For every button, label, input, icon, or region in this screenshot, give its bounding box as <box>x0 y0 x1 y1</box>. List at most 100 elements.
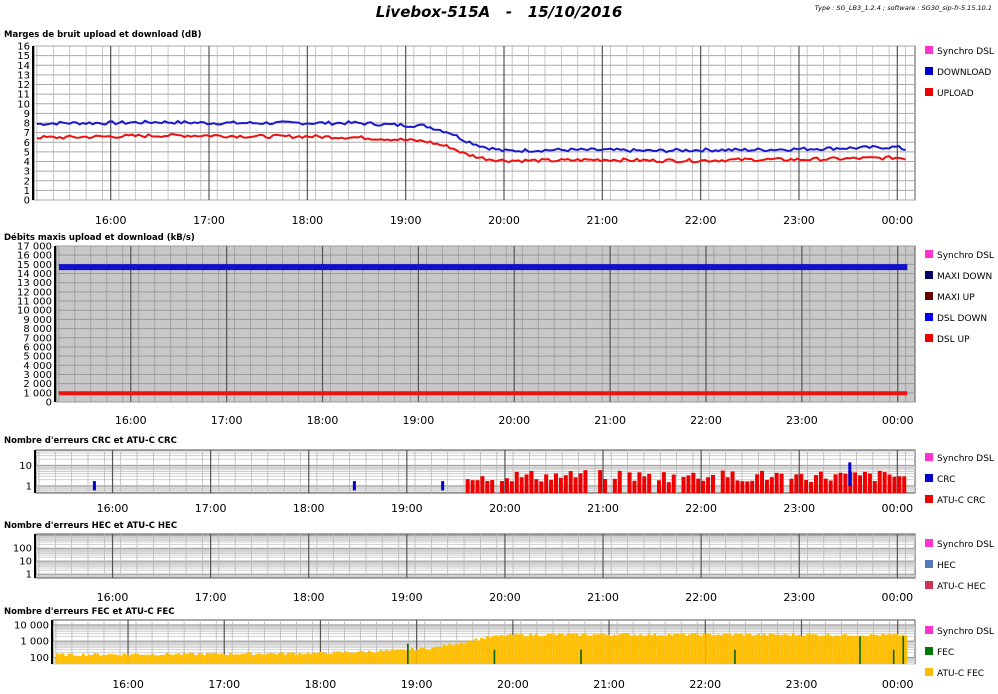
x-tick-label: 00:00 <box>881 502 913 515</box>
bar-atu-c-crc <box>789 478 794 493</box>
bar-atu-c-crc <box>740 481 745 493</box>
bar-atu-c-fec <box>188 652 192 664</box>
bar-atu-c-fec <box>416 648 420 664</box>
bar-atu-c-fec <box>757 633 761 664</box>
y-tick-label: 1 <box>26 481 32 492</box>
x-tick-label: 00:00 <box>881 214 913 227</box>
bar-atu-c-fec <box>185 653 189 664</box>
bar-atu-c-fec <box>806 633 810 664</box>
bar-atu-c-fec <box>685 635 688 664</box>
bar-atu-c-crc <box>656 480 661 493</box>
y-tick-label: 2 <box>24 176 30 187</box>
bar-atu-c-fec <box>549 633 553 664</box>
bar-atu-c-fec <box>820 635 824 664</box>
bar-atu-c-fec <box>797 634 801 664</box>
bar-atu-c-crc <box>877 470 882 493</box>
bar-atu-c-fec <box>191 652 195 664</box>
bar-atu-c-fec <box>179 654 183 664</box>
bar-atu-c-fec <box>304 653 307 664</box>
bar-atu-c-fec <box>433 646 437 664</box>
bar-atu-c-fec <box>630 635 634 664</box>
bar-atu-c-fec <box>563 635 567 664</box>
bar-atu-c-fec <box>182 652 186 664</box>
x-tick-label: 22:00 <box>685 591 717 604</box>
bar-atu-c-crc <box>735 480 740 493</box>
x-tick-label: 16:00 <box>95 214 127 227</box>
bar-atu-c-crc <box>696 478 701 493</box>
bar-atu-c-crc <box>519 477 524 493</box>
bar-atu-c-fec <box>107 653 111 664</box>
chart-noise: Marges de bruit upload et download (dB) 0… <box>4 30 994 227</box>
y-tick-label: 1 000 <box>20 637 49 648</box>
bar-atu-c-fec <box>168 654 172 664</box>
bar-atu-c-fec <box>361 651 365 664</box>
legend-swatch <box>925 250 933 258</box>
x-tick-label: 16:00 <box>112 678 144 691</box>
bar-atu-c-fec <box>826 633 830 664</box>
bar-atu-c-fec <box>81 653 85 664</box>
bar-atu-c-fec <box>177 653 180 664</box>
bar-atu-c-crc <box>647 473 652 493</box>
x-tick-label: 19:00 <box>403 414 435 427</box>
bar-atu-c-crc <box>745 481 750 493</box>
bar-atu-c-fec <box>197 653 201 664</box>
x-tick-label: 23:00 <box>783 502 815 515</box>
y-tick-label: 4 <box>24 157 30 168</box>
bar-atu-c-fec <box>281 652 284 664</box>
bar-atu-c-fec <box>483 638 486 664</box>
bar-atu-c-fec <box>670 635 674 664</box>
bar-atu-c-fec <box>402 649 406 664</box>
bar-atu-c-fec <box>298 652 302 664</box>
bar-atu-c-crc <box>794 474 799 493</box>
x-tick-label: 18:00 <box>293 591 325 604</box>
bar-atu-c-fec <box>457 644 460 664</box>
x-tick-label: 16:00 <box>97 502 129 515</box>
bar-atu-c-fec <box>410 648 414 664</box>
bar-atu-c-fec <box>624 633 628 664</box>
legend-label: Synchro DSL <box>937 540 994 550</box>
chart-title: Nombre d'erreurs HEC et ATU-C HEC <box>4 521 177 531</box>
y-tick-label: 16 <box>17 42 30 53</box>
bar-atu-c-crc <box>490 480 495 493</box>
bar-atu-c-fec <box>708 633 711 664</box>
bar-atu-c-fec <box>532 635 535 664</box>
bar-atu-c-fec <box>861 635 864 664</box>
bar-atu-c-fec <box>664 635 668 664</box>
bar-atu-c-fec <box>55 653 59 664</box>
bar-atu-c-fec <box>552 634 556 664</box>
bar-atu-c-fec <box>618 634 622 664</box>
bar-atu-c-fec <box>543 635 547 664</box>
bar-atu-c-fec <box>64 656 68 664</box>
bar-atu-c-fec <box>240 654 244 664</box>
bar-atu-c-fec <box>898 635 902 664</box>
bar-atu-c-fec <box>110 654 114 664</box>
bar-atu-c-crc <box>661 472 666 493</box>
bar-atu-c-fec <box>425 649 429 664</box>
bar-atu-c-fec <box>301 654 305 664</box>
legend-swatch <box>925 539 933 547</box>
bar-atu-c-fec <box>113 654 117 664</box>
x-tick-label: 23:00 <box>783 591 815 604</box>
bar-atu-c-fec <box>390 649 394 664</box>
bar-atu-c-fec <box>211 653 215 664</box>
bar-atu-c-fec <box>537 635 541 664</box>
bar-atu-c-fec <box>716 634 720 664</box>
bar-atu-c-crc <box>539 481 544 493</box>
bar-atu-c-fec <box>604 634 608 664</box>
bar-atu-c-fec <box>754 634 758 664</box>
bar-atu-c-fec <box>760 635 763 664</box>
bar-atu-c-crc <box>769 477 774 493</box>
chart-title: Nombre d'erreurs CRC et ATU-C CRC <box>4 436 177 446</box>
legend-swatch <box>925 67 933 75</box>
bar-atu-c-fec <box>257 653 261 664</box>
bar-atu-c-fec <box>295 654 299 664</box>
y-tick-label: 1 <box>26 570 32 581</box>
bar-atu-c-fec <box>728 634 732 664</box>
bar-atu-c-fec <box>445 645 449 664</box>
bar-atu-c-fec <box>780 635 784 664</box>
x-tick-label: 18:00 <box>291 214 323 227</box>
bar-atu-c-fec <box>431 647 434 664</box>
bar-atu-c-fec <box>866 635 870 664</box>
y-tick-label: 10 <box>19 557 32 568</box>
bar-atu-c-fec <box>309 654 313 664</box>
